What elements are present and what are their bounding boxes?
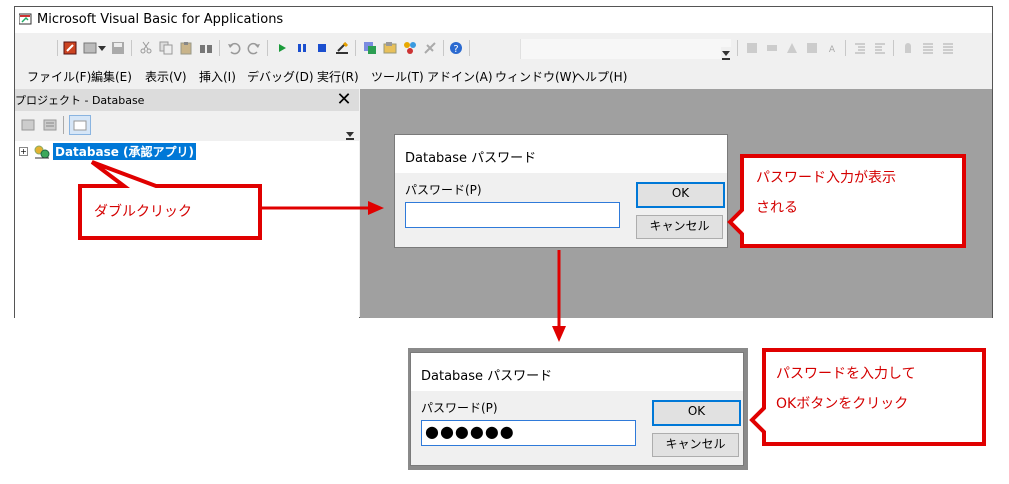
- cursor-position-box: [520, 39, 731, 59]
- toggle-breakpoint-icon[interactable]: [901, 41, 915, 55]
- title-bar: Microsoft Visual Basic for Applications: [15, 7, 992, 33]
- save-icon[interactable]: [111, 41, 125, 55]
- project-explorer-icon[interactable]: [363, 41, 377, 55]
- password-dialog-empty: Database パスワード パスワード(P) OK キャンセル: [394, 134, 728, 248]
- vba-project-icon: [34, 145, 50, 159]
- annotation-double-click: ダブルクリック: [94, 204, 192, 220]
- view-excel-icon[interactable]: [63, 41, 77, 55]
- list-constants-icon[interactable]: [765, 41, 779, 55]
- menu-help[interactable]: ヘルプ(H): [573, 68, 627, 85]
- toolbar-separator: [355, 40, 356, 56]
- menu-tools[interactable]: ツール(T): [371, 68, 424, 85]
- toolbar-separator: [893, 40, 894, 56]
- view-code-icon[interactable]: [21, 119, 35, 131]
- close-icon[interactable]: ✕: [333, 90, 355, 110]
- indent-icon[interactable]: [853, 41, 867, 55]
- dialog-body: パスワード(P) OK キャンセル: [395, 173, 727, 247]
- project-explorer-toolbar: [15, 111, 359, 141]
- expand-icon[interactable]: +: [19, 147, 28, 156]
- cut-icon[interactable]: [139, 41, 153, 55]
- view-object-icon[interactable]: [43, 119, 57, 131]
- menu-run[interactable]: 実行(R): [317, 68, 359, 85]
- annotation-line2: OKボタンをクリック: [776, 396, 909, 412]
- password-label: パスワード(P): [421, 401, 498, 415]
- menu-addins[interactable]: アドイン(A): [427, 68, 493, 85]
- cancel-button[interactable]: キャンセル: [636, 215, 723, 239]
- menu-debug[interactable]: デバッグ(D): [247, 68, 314, 85]
- menu-insert[interactable]: 挿入(I): [199, 68, 236, 85]
- parameter-info-icon[interactable]: [805, 41, 819, 55]
- toolbar-separator: [845, 40, 846, 56]
- ok-button[interactable]: OK: [636, 182, 725, 208]
- toolbar-separator: [131, 40, 132, 56]
- svg-text:A: A: [829, 45, 836, 55]
- toolbar-separator: [737, 40, 738, 56]
- reset-icon[interactable]: [315, 41, 329, 55]
- insert-module-icon[interactable]: [83, 41, 97, 55]
- toolbar-separator: [63, 116, 64, 134]
- vba-app-icon: [19, 13, 32, 25]
- toggle-folders-button[interactable]: [69, 115, 91, 135]
- arrow-down-head-icon: [552, 326, 566, 342]
- dialog-body: パスワード(P) ●●●●●● OK キャンセル: [411, 391, 743, 465]
- outdent-icon[interactable]: [873, 41, 887, 55]
- dialog-title: Database パスワード: [405, 151, 537, 166]
- toolbar-separator: [57, 40, 58, 56]
- scroll-overflow-icon[interactable]: [345, 129, 355, 141]
- annotation-line1: パスワードを入力して: [776, 366, 916, 382]
- ok-button[interactable]: OK: [652, 400, 741, 426]
- list-properties-icon[interactable]: [745, 41, 759, 55]
- find-icon[interactable]: [199, 41, 213, 55]
- password-label: パスワード(P): [405, 183, 482, 197]
- toolbox-icon[interactable]: [423, 41, 437, 55]
- quick-info-icon[interactable]: [785, 41, 799, 55]
- design-mode-icon[interactable]: [335, 41, 349, 55]
- insert-dropdown-icon[interactable]: [97, 41, 107, 55]
- toolbar-separator: [469, 40, 470, 56]
- password-input[interactable]: [405, 202, 620, 228]
- standard-toolbar: ? A: [15, 35, 992, 63]
- annotation-line2: される: [756, 200, 798, 216]
- menu-file[interactable]: ファイル(F): [27, 68, 91, 85]
- menu-edit[interactable]: 編集(E): [91, 68, 132, 85]
- object-browser-icon[interactable]: [403, 41, 417, 55]
- dialog-title: Database パスワード: [421, 369, 553, 384]
- toolbar-separator: [267, 40, 268, 56]
- menu-window[interactable]: ウィンドウ(W): [495, 68, 576, 85]
- menu-bar: ファイル(F) 編集(E) 表示(V) 挿入(I) デバッグ(D) 実行(R) …: [15, 65, 992, 87]
- svg-text:?: ?: [453, 44, 458, 55]
- undo-icon[interactable]: [227, 41, 241, 55]
- tree-item-database[interactable]: Database (承認アプリ): [53, 143, 197, 160]
- comment-block-icon[interactable]: [921, 41, 935, 55]
- run-icon[interactable]: [275, 41, 289, 55]
- paste-icon[interactable]: [179, 41, 193, 55]
- complete-word-icon[interactable]: A: [825, 41, 839, 55]
- folder-icon: [73, 120, 87, 131]
- copy-icon[interactable]: [159, 41, 173, 55]
- toolbar-separator: [219, 40, 220, 56]
- project-explorer-header: プロジェクト - Database ✕: [15, 89, 359, 111]
- redo-icon[interactable]: [247, 41, 261, 55]
- uncomment-block-icon[interactable]: [941, 41, 955, 55]
- menu-view[interactable]: 表示(V): [145, 68, 187, 85]
- help-icon[interactable]: ?: [449, 41, 463, 55]
- password-input[interactable]: ●●●●●●: [421, 420, 636, 446]
- toolbar-overflow-icon[interactable]: [721, 47, 731, 61]
- annotation-line1: パスワード入力が表示: [756, 170, 896, 186]
- cancel-button[interactable]: キャンセル: [652, 433, 739, 457]
- break-icon[interactable]: [295, 41, 309, 55]
- password-dialog-filled: Database パスワード パスワード(P) ●●●●●● OK キャンセル: [410, 352, 744, 466]
- project-tree: + Database (承認アプリ): [15, 141, 359, 318]
- project-explorer-title: プロジェクト - Database: [15, 94, 145, 107]
- window-title: Microsoft Visual Basic for Applications: [37, 12, 284, 27]
- toolbar-separator: [443, 40, 444, 56]
- properties-window-icon[interactable]: [383, 41, 397, 55]
